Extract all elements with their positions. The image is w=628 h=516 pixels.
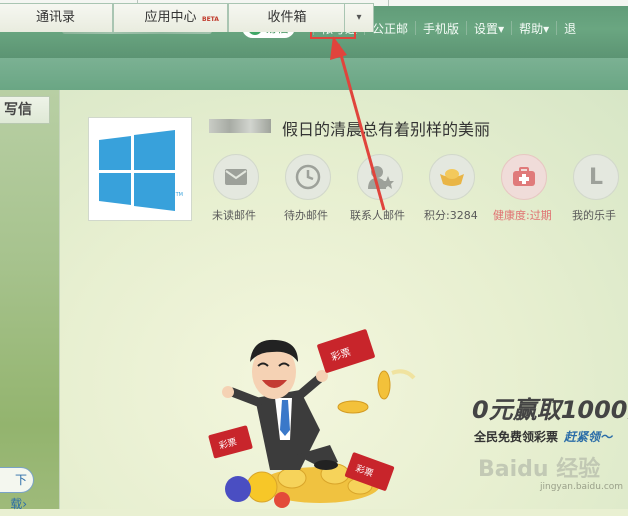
watermark-text: Baidu 经验 (478, 456, 600, 482)
baidu-watermark: Baidu 经验 (478, 456, 600, 482)
promo-subtitle: 全民免费领彩票 赶紧领～ (474, 428, 612, 445)
promo-claim-link[interactable]: 赶紧领～ (564, 430, 612, 444)
promo-subtitle-text: 全民免费领彩票 (474, 430, 559, 444)
promo-title[interactable]: 0元赢取1000万 (472, 390, 628, 425)
watermark-site: jingyan.baidu.com (540, 482, 624, 492)
